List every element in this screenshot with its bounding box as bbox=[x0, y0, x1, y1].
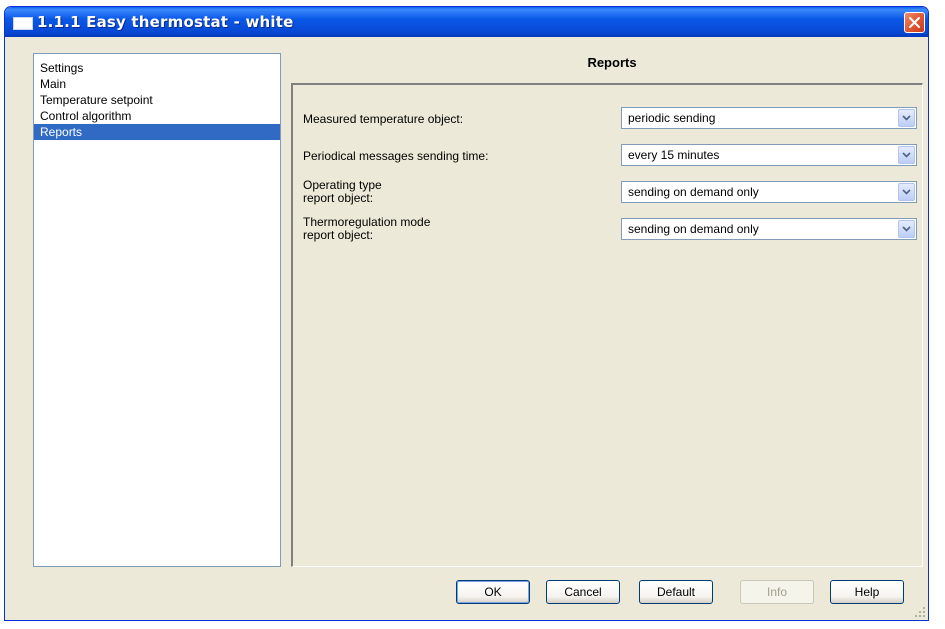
param-label-line: report object: bbox=[303, 228, 374, 242]
select-value: sending on demand only bbox=[628, 185, 759, 199]
tree-item-settings[interactable]: Settings bbox=[34, 60, 280, 76]
chevron-down-icon bbox=[902, 226, 911, 232]
param-label: Thermoregulation mode report object: bbox=[303, 216, 430, 242]
default-button[interactable]: Default bbox=[639, 580, 713, 604]
thermoregulation-mode-select[interactable]: sending on demand only bbox=[621, 218, 917, 240]
resize-grip-icon[interactable] bbox=[914, 606, 926, 618]
window-icon bbox=[13, 17, 33, 30]
param-label: Measured temperature object: bbox=[303, 112, 464, 126]
param-row-measured-temperature: Measured temperature object: periodic se… bbox=[303, 105, 917, 135]
chevron-down-icon bbox=[902, 152, 911, 158]
tree-item-main[interactable]: Main bbox=[34, 76, 280, 92]
operating-type-select[interactable]: sending on demand only bbox=[621, 181, 917, 203]
dialog-window: 1.1.1 Easy thermostat - white Settings M… bbox=[4, 6, 929, 621]
chevron-down-icon bbox=[902, 115, 911, 121]
cancel-button[interactable]: Cancel bbox=[546, 580, 620, 604]
navigation-tree[interactable]: Settings Main Temperature setpoint Contr… bbox=[33, 53, 281, 567]
ok-button[interactable]: OK bbox=[456, 580, 530, 604]
panel-title: Reports bbox=[587, 55, 637, 70]
close-icon bbox=[909, 17, 920, 28]
measured-temperature-select[interactable]: periodic sending bbox=[621, 107, 917, 129]
param-row-periodical-sending-time: Periodical messages sending time: every … bbox=[303, 142, 917, 172]
title-bar[interactable]: 1.1.1 Easy thermostat - white bbox=[5, 7, 928, 37]
chevron-down-icon bbox=[902, 189, 911, 195]
sending-time-select[interactable]: every 15 minutes bbox=[621, 144, 917, 166]
dropdown-arrow-button[interactable] bbox=[898, 146, 915, 164]
param-row-operating-type: Operating type report object: sending on… bbox=[303, 179, 917, 209]
dropdown-arrow-button[interactable] bbox=[898, 183, 915, 201]
tree-item-temperature-setpoint[interactable]: Temperature setpoint bbox=[34, 92, 280, 108]
dropdown-arrow-button[interactable] bbox=[898, 220, 915, 238]
window-title: 1.1.1 Easy thermostat - white bbox=[37, 13, 294, 31]
close-button[interactable] bbox=[904, 12, 925, 33]
param-label: Operating type report object: bbox=[303, 179, 382, 205]
param-label: Periodical messages sending time: bbox=[303, 149, 489, 163]
help-button[interactable]: Help bbox=[830, 580, 904, 604]
param-label-line: report object: bbox=[303, 191, 374, 205]
parameters-panel: Measured temperature object: periodic se… bbox=[291, 83, 923, 567]
select-value: every 15 minutes bbox=[628, 148, 720, 162]
param-row-thermoregulation-mode: Thermoregulation mode report object: sen… bbox=[303, 216, 917, 246]
dropdown-arrow-button[interactable] bbox=[898, 109, 915, 127]
select-value: periodic sending bbox=[628, 111, 716, 125]
info-button[interactable]: Info bbox=[740, 580, 814, 604]
tree-item-reports[interactable]: Reports bbox=[34, 124, 280, 140]
select-value: sending on demand only bbox=[628, 222, 759, 236]
tree-item-control-algorithm[interactable]: Control algorithm bbox=[34, 108, 280, 124]
